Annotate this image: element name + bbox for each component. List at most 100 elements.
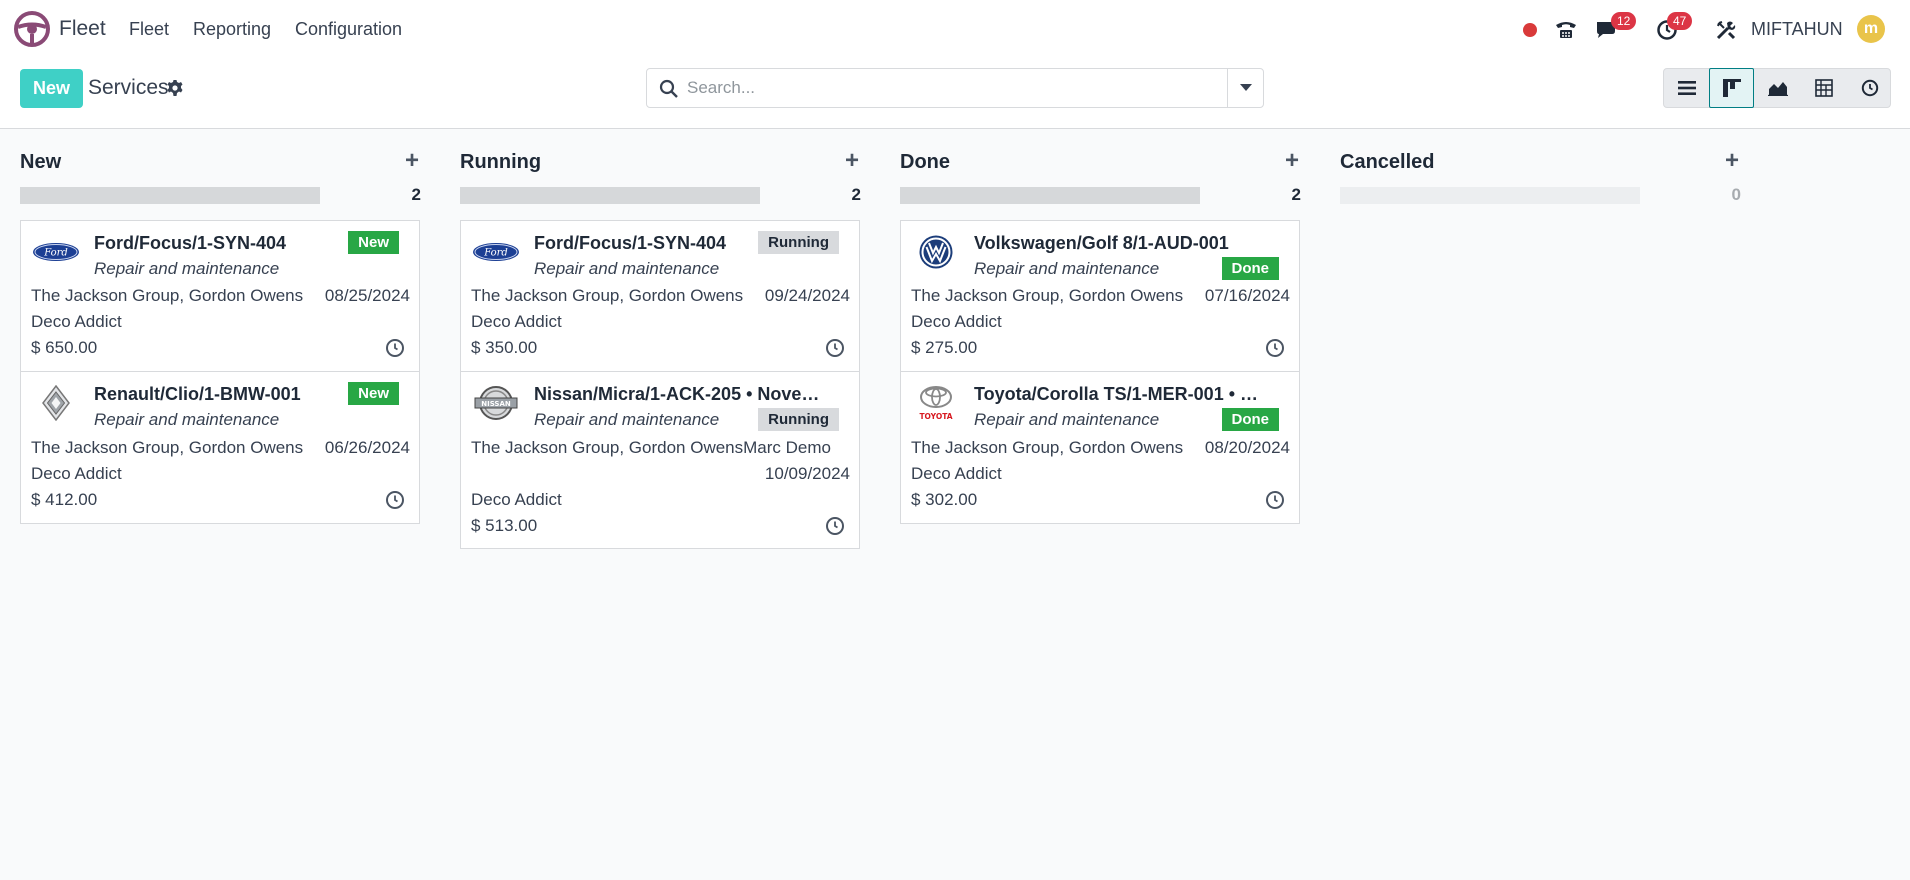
activity-clock-icon[interactable] bbox=[385, 338, 405, 358]
caret-down-icon bbox=[1240, 84, 1252, 91]
search-options-toggle[interactable] bbox=[1227, 69, 1264, 107]
new-button[interactable]: New bbox=[20, 69, 83, 108]
status-badge: Running bbox=[758, 408, 839, 431]
app-name[interactable]: Fleet bbox=[59, 17, 106, 41]
messages-badge: 12 bbox=[1611, 12, 1637, 30]
progress-bar-new[interactable] bbox=[20, 187, 320, 204]
column-title-running[interactable]: Running bbox=[460, 151, 541, 174]
activity-clock-icon[interactable] bbox=[1265, 490, 1285, 510]
kanban-icon bbox=[1722, 79, 1741, 97]
column-count-running: 2 bbox=[851, 185, 861, 204]
list-view-button[interactable] bbox=[1664, 68, 1709, 108]
debug-tools-icon[interactable] bbox=[1713, 17, 1739, 43]
card-vendor: Deco Addict bbox=[31, 312, 122, 331]
card-customer: The Jackson Group, Gordon OwensMarc Demo bbox=[471, 438, 831, 457]
toyota-wordmark: TOYOTA bbox=[919, 412, 952, 421]
kanban-card[interactable]: Renault/Clio/1-BMW-001 Repair and mainte… bbox=[20, 371, 420, 524]
card-vendor: Deco Addict bbox=[471, 312, 562, 331]
column-count-new: 2 bbox=[411, 185, 421, 204]
card-vendor: Deco Addict bbox=[911, 464, 1002, 483]
card-date: 08/20/2024 bbox=[1204, 438, 1290, 457]
progress-bar-running[interactable] bbox=[460, 187, 760, 204]
status-badge: Done bbox=[1221, 257, 1279, 280]
card-date: 10/09/2024 bbox=[764, 464, 850, 483]
search-input[interactable] bbox=[687, 75, 1207, 101]
card-service-type: Repair and maintenance bbox=[94, 410, 280, 429]
card-customer: The Jackson Group, Gordon Owens bbox=[31, 438, 304, 457]
progress-bar-cancelled[interactable] bbox=[1340, 187, 1640, 204]
activities-badge: 47 bbox=[1667, 12, 1693, 30]
card-customer: The Jackson Group, Gordon Owens bbox=[911, 438, 1184, 457]
column-title-new[interactable]: New bbox=[20, 151, 61, 174]
search-bar bbox=[646, 68, 1264, 108]
card-amount: $ 513.00 bbox=[471, 516, 538, 535]
column-count-done: 2 bbox=[1291, 185, 1301, 204]
activity-clock-icon[interactable] bbox=[825, 516, 845, 536]
activity-view-button[interactable] bbox=[1847, 68, 1892, 108]
view-switcher bbox=[1663, 68, 1891, 108]
activity-clock-icon[interactable] bbox=[385, 490, 405, 510]
menu-configuration[interactable]: Configuration bbox=[295, 19, 402, 40]
column-add-new[interactable]: + bbox=[403, 149, 421, 173]
kanban-card[interactable]: NISSAN Nissan/Micra/1-ACK-205 • Novem...… bbox=[460, 371, 860, 549]
menu-reporting[interactable]: Reporting bbox=[193, 19, 271, 40]
status-badge: Done bbox=[1221, 408, 1279, 431]
svg-text:Ford: Ford bbox=[43, 248, 68, 259]
recording-status-icon[interactable] bbox=[1517, 17, 1543, 43]
card-title: Nissan/Micra/1-ACK-205 • Novem... bbox=[534, 384, 829, 404]
card-amount: $ 302.00 bbox=[911, 490, 978, 509]
card-service-type: Repair and maintenance bbox=[974, 259, 1160, 278]
phone-icon[interactable] bbox=[1553, 17, 1579, 43]
column-title-cancelled[interactable]: Cancelled bbox=[1340, 151, 1434, 174]
renault-logo-icon bbox=[31, 385, 81, 421]
card-title: Ford/Focus/1-SYN-404 bbox=[94, 233, 287, 253]
nissan-logo-icon: NISSAN bbox=[471, 386, 521, 420]
column-title-done[interactable]: Done bbox=[900, 151, 950, 174]
toyota-logo-icon: TOYOTA bbox=[911, 386, 961, 421]
card-date: 06/26/2024 bbox=[324, 438, 410, 457]
search-icon bbox=[659, 79, 678, 98]
progress-bar-done[interactable] bbox=[900, 187, 1200, 204]
column-count-cancelled: 0 bbox=[1731, 185, 1741, 204]
activity-clock-icon[interactable] bbox=[1265, 338, 1285, 358]
card-service-type: Repair and maintenance bbox=[94, 259, 280, 278]
volkswagen-logo-icon bbox=[911, 235, 961, 269]
card-service-type: Repair and maintenance bbox=[974, 410, 1160, 429]
clock-icon bbox=[1861, 79, 1878, 97]
kanban-card[interactable]: TOYOTA Toyota/Corolla TS/1-MER-001 • Oct… bbox=[900, 371, 1300, 524]
menu-fleet[interactable]: Fleet bbox=[129, 19, 169, 40]
graph-view-button[interactable] bbox=[1755, 68, 1800, 108]
top-navbar: Fleet Fleet Reporting Configuration 12 4… bbox=[0, 0, 1910, 60]
card-title: Volkswagen/Golf 8/1-AUD-001 bbox=[974, 233, 1229, 253]
card-amount: $ 412.00 bbox=[31, 490, 98, 509]
kanban-card[interactable]: Volkswagen/Golf 8/1-AUD-001 Repair and m… bbox=[900, 220, 1300, 372]
card-vendor: Deco Addict bbox=[911, 312, 1002, 331]
card-vendor: Deco Addict bbox=[471, 490, 562, 509]
column-add-running[interactable]: + bbox=[843, 149, 861, 173]
card-service-type: Repair and maintenance bbox=[534, 410, 720, 429]
card-amount: $ 275.00 bbox=[911, 338, 978, 357]
kanban-card[interactable]: Ford Ford/Focus/1-SYN-404 Repair and mai… bbox=[20, 220, 420, 372]
column-add-cancelled[interactable]: + bbox=[1723, 149, 1741, 173]
column-add-done[interactable]: + bbox=[1283, 149, 1301, 173]
svg-text:Ford: Ford bbox=[483, 248, 508, 259]
gear-icon[interactable] bbox=[166, 79, 184, 97]
kanban-card[interactable]: Ford Ford/Focus/1-SYN-404 Repair and mai… bbox=[460, 220, 860, 372]
svg-text:NISSAN: NISSAN bbox=[481, 400, 511, 408]
fleet-app-icon[interactable] bbox=[14, 11, 50, 47]
activity-clock-icon[interactable] bbox=[825, 338, 845, 358]
card-date: 08/25/2024 bbox=[324, 286, 410, 305]
card-service-type: Repair and maintenance bbox=[534, 259, 720, 278]
breadcrumb: Services bbox=[88, 76, 169, 99]
card-vendor: Deco Addict bbox=[31, 464, 122, 483]
ford-logo-icon: Ford bbox=[471, 235, 521, 269]
user-avatar[interactable]: m bbox=[1857, 15, 1885, 43]
card-customer: The Jackson Group, Gordon Owens bbox=[31, 286, 304, 305]
card-title: Toyota/Corolla TS/1-MER-001 • Oct... bbox=[974, 384, 1269, 404]
kanban-view-button[interactable] bbox=[1709, 68, 1754, 108]
status-badge: New bbox=[348, 382, 399, 405]
card-date: 09/24/2024 bbox=[764, 286, 850, 305]
card-customer: The Jackson Group, Gordon Owens bbox=[471, 286, 744, 305]
user-name[interactable]: MIFTAHUN bbox=[1751, 19, 1843, 40]
pivot-view-button[interactable] bbox=[1801, 68, 1846, 108]
